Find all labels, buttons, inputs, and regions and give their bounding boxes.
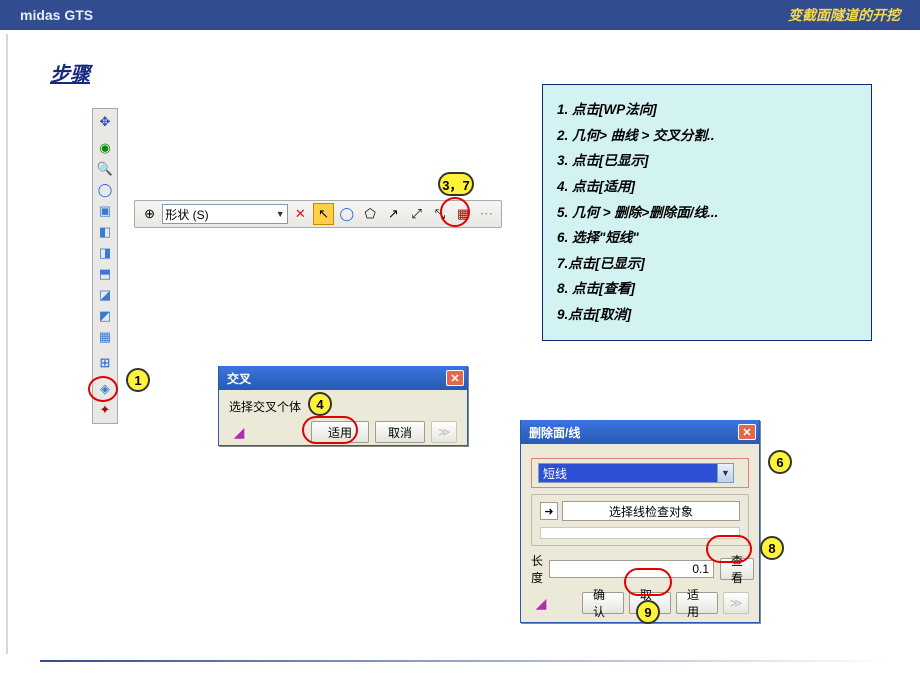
shape-select-label: 形状 (S) [165,206,208,223]
app-title: midas GTS [20,7,93,23]
select-line-label: 选择线检查对象 [562,501,740,521]
instruction-item: 6. 选择"短线" [557,225,857,251]
circle-blue-icon[interactable]: ◯ [94,180,116,200]
instruction-item: 8. 点击[查看] [557,276,857,302]
cube-iso1-icon[interactable]: ◪ [94,285,116,305]
chevron-down-icon: ▼ [717,464,733,482]
highlight-37 [440,197,470,227]
chevron-down-icon: ▼ [276,209,285,219]
cube-top-icon[interactable]: ⬒ [94,264,116,284]
length-label: 长度 [531,552,543,586]
view-green-icon[interactable]: ◉ [94,138,116,158]
zoom-icon[interactable]: 🔍 [94,159,116,179]
globe-icon[interactable]: ⊕ [139,203,160,225]
cross-dialog-titlebar: 交叉 ✕ [219,366,467,390]
cross-label: 选择交叉个体 [229,398,457,415]
instruction-item: 4. 点击[适用] [557,174,857,200]
circle-tool-icon[interactable]: ◯ [336,203,357,225]
arrow-button[interactable]: ≫ [431,421,457,443]
wp-normal-icon[interactable]: ⊞ [94,353,116,373]
callout-4: 4 [308,392,332,416]
cube-front-icon[interactable]: ◧ [94,222,116,242]
callout-8: 8 [760,536,784,560]
instructions-list: 1. 点击[WP法向] 2. 几何> 曲线 > 交叉分割.. 3. 点击[已显示… [557,97,857,328]
arrow-icon[interactable]: ➜ [540,502,558,520]
polygon-tool-icon[interactable]: ⬠ [359,203,380,225]
shape-select[interactable]: 形状 (S) ▼ [162,204,287,224]
instruction-item: 7.点击[已显示] [557,251,857,277]
cross-dialog-title: 交叉 [227,370,251,387]
pick2-icon[interactable]: ⤢ [406,203,427,225]
instruction-item: 2. 几何> 曲线 > 交叉分割.. [557,123,857,149]
cube-iso2-icon[interactable]: ◩ [94,306,116,326]
steps-heading: 步骤 [50,58,90,87]
highlight-9 [624,568,672,596]
header-bar: midas GTS 变截面隧道的开挖 [0,0,920,30]
selection-list [540,527,740,539]
highlight-1 [88,376,118,402]
cancel-button[interactable]: 取消 [375,421,425,443]
more-icon[interactable]: ⋯ [476,203,497,225]
arrow-button[interactable]: ≫ [723,592,749,614]
instruction-item: 1. 点击[WP法向] [557,97,857,123]
instructions-box: 1. 点击[WP法向] 2. 几何> 曲线 > 交叉分割.. 3. 点击[已显示… [542,84,872,341]
clear-icon[interactable]: ✕ [290,203,311,225]
cube-icon[interactable]: ▣ [94,201,116,221]
rotate-icon[interactable]: ✦ [94,400,116,420]
close-icon[interactable]: ✕ [446,370,464,386]
eraser-icon[interactable]: ◢ [531,593,551,613]
pick-icon[interactable]: ↗ [383,203,404,225]
combo-value: 短线 [543,465,567,482]
cube-side-icon[interactable]: ◨ [94,243,116,263]
highlight-8 [706,535,752,563]
callout-6: 6 [768,450,792,474]
ok-button[interactable]: 确认 [582,592,624,614]
eraser-icon[interactable]: ◢ [229,422,249,442]
delete-dialog-titlebar: 删除面/线 ✕ [521,420,759,444]
instruction-item: 9.点击[取消] [557,302,857,328]
highlight-4 [302,416,358,444]
apply-button[interactable]: 适用 [676,592,718,614]
instruction-item: 3. 点击[已显示] [557,148,857,174]
separator2-icon [94,348,116,352]
close-icon[interactable]: ✕ [738,424,756,440]
delete-dialog-title: 删除面/线 [529,424,580,441]
select-icon[interactable]: ↖ [313,203,334,225]
line-type-combo[interactable]: 短线 ▼ [538,463,734,483]
footer-divider [40,660,890,662]
separator-icon [94,133,116,137]
cube-back-icon[interactable]: ▦ [94,327,116,347]
instruction-item: 5. 几何 > 删除>删除面/线... [557,200,857,226]
callout-37: 3，7 [438,172,474,196]
axes-icon[interactable]: ✥ [94,112,116,132]
callout-1: 1 [126,368,150,392]
callout-9: 9 [636,600,660,624]
page-edge [6,34,10,654]
combo-fieldset: 短线 ▼ [531,458,749,488]
doc-title: 变截面隧道的开挖 [788,5,900,25]
